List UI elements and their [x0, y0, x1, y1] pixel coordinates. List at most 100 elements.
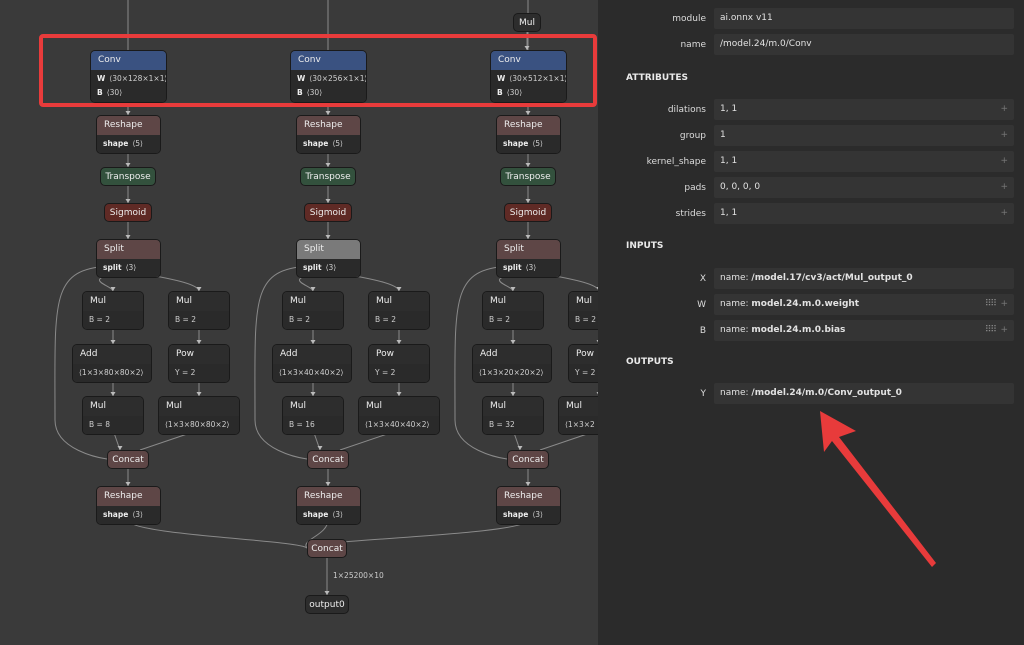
col1-pow-attrs: Y = 2	[169, 364, 229, 382]
node-final-concat[interactable]: Concat	[307, 539, 347, 558]
col2-mul-a[interactable]: Mul B = 2	[282, 291, 344, 330]
col3-add-attrs: ⟨1×3×20×20×2⟩	[473, 364, 551, 382]
col3-mul-d[interactable]: Mul ⟨1×3×2	[558, 396, 598, 435]
col2-add-attr-value: ⟨1×3×40×40×2⟩	[279, 368, 344, 377]
tensor-grid-icon[interactable]: ⠿⠿	[985, 320, 997, 341]
col2-concat[interactable]: Concat	[307, 450, 349, 469]
col3-mul-d-attrs: ⟨1×3×2	[559, 416, 598, 434]
col1-sigmoid[interactable]: Sigmoid	[104, 203, 152, 222]
col2-mul-d[interactable]: Mul ⟨1×3×40×40×2⟩	[358, 396, 440, 435]
attr-value-pads[interactable]: 0, 0, 0, 0 +	[714, 177, 1014, 198]
col3-add[interactable]: Add ⟨1×3×20×20×2⟩	[472, 344, 552, 383]
attr-value-kernel_shape[interactable]: 1, 1 +	[714, 151, 1014, 172]
col1-add[interactable]: Add ⟨1×3×80×80×2⟩	[72, 344, 152, 383]
col2-pow-title: Pow	[369, 345, 429, 364]
expand-plus-icon[interactable]: +	[1000, 320, 1008, 341]
col1-mul-c[interactable]: Mul B = 8	[82, 396, 144, 435]
col1-reshape[interactable]: Reshape shape ⟨5⟩	[96, 115, 161, 154]
col1-reshape2[interactable]: Reshape shape ⟨3⟩	[96, 486, 161, 525]
col2-split[interactable]: Split split ⟨3⟩	[296, 239, 361, 278]
col3-reshape[interactable]: Reshape shape ⟨5⟩	[496, 115, 561, 154]
node-mul-top[interactable]: Mul	[513, 13, 541, 32]
expand-plus-icon[interactable]: +	[1000, 151, 1008, 172]
col3-concat[interactable]: Concat	[507, 450, 549, 469]
col3-reshape2[interactable]: Reshape shape ⟨3⟩	[496, 486, 561, 525]
node-output0-label: output0	[309, 600, 345, 610]
col2-reshape[interactable]: Reshape shape ⟨5⟩	[296, 115, 361, 154]
col1-mul-d[interactable]: Mul ⟨1×3×80×80×2⟩	[158, 396, 240, 435]
col3-pow[interactable]: Pow Y = 2	[568, 344, 598, 383]
col2-transpose[interactable]: Transpose	[300, 167, 356, 186]
col3-mul-c-attr-value: B = 32	[489, 420, 515, 429]
col1-mul-b[interactable]: Mul B = 2	[168, 291, 230, 330]
attr-label-dilations: dilations	[667, 105, 706, 115]
col2-pow[interactable]: Pow Y = 2	[368, 344, 430, 383]
inputs-name-prefix: name:	[720, 273, 752, 283]
col3-add-title: Add	[473, 345, 551, 364]
col1-pow[interactable]: Pow Y = 2	[168, 344, 230, 383]
expand-plus-icon[interactable]: +	[1000, 294, 1008, 315]
col2-mul-c[interactable]: Mul B = 16	[282, 396, 344, 435]
expand-plus-icon[interactable]: +	[1000, 203, 1008, 224]
col1-mul-a-title: Mul	[83, 292, 143, 311]
node-output0[interactable]: output0	[305, 595, 349, 614]
col2-mul-d-attr-value: ⟨1×3×40×40×2⟩	[365, 420, 430, 429]
inputs-value-B[interactable]: name: model.24.m.0.bias ⠿⠿ +	[714, 320, 1014, 341]
col2-mul-a-attr-row: B = 2	[289, 313, 337, 327]
col3-mul-c-attr-row: B = 32	[489, 418, 537, 432]
graph-canvas[interactable]: Mul Conv W ⟨30×128×1×1⟩ B ⟨30⟩ Reshape shape ⟨5…	[0, 0, 598, 645]
outputs-name-value: /model.24/m.0/Conv_output_0	[751, 388, 902, 398]
attributes-heading: ATTRIBUTES	[626, 73, 688, 83]
col2-reshape2[interactable]: Reshape shape ⟨3⟩	[296, 486, 361, 525]
col3-mul-a-attrs: B = 2	[483, 311, 543, 329]
col1-add-title: Add	[73, 345, 151, 364]
col3-transpose[interactable]: Transpose	[500, 167, 556, 186]
col1-pow-title: Pow	[169, 345, 229, 364]
col2-add[interactable]: Add ⟨1×3×40×40×2⟩	[272, 344, 352, 383]
col2-sigmoid[interactable]: Sigmoid	[304, 203, 352, 222]
col1-transpose[interactable]: Transpose	[100, 167, 156, 186]
outputs-value-Y[interactable]: name: /model.24/m.0/Conv_output_0	[714, 383, 1014, 404]
col1-mul-b-attr-row: B = 2	[175, 313, 223, 327]
col3-mul-b-attr-row: B = 2	[575, 313, 598, 327]
expand-plus-icon[interactable]: +	[1000, 177, 1008, 198]
inputs-value-X[interactable]: name: /model.17/cv3/act/Mul_output_0	[714, 268, 1014, 289]
col3-concat-label: Concat	[512, 455, 544, 465]
col3-mul-d-attr-value: ⟨1×3×2	[565, 420, 595, 429]
col1-mul-a-attr-row: B = 2	[89, 313, 137, 327]
expand-plus-icon[interactable]: +	[1000, 125, 1008, 146]
col1-concat[interactable]: Concat	[107, 450, 149, 469]
inputs-value-W[interactable]: name: model.24.m.0.weight ⠿⠿ +	[714, 294, 1014, 315]
col2-concat-label: Concat	[312, 455, 344, 465]
inputs-name-value: model.24.m.0.weight	[751, 299, 860, 309]
col1-split[interactable]: Split split ⟨3⟩	[96, 239, 161, 278]
col3-mul-a[interactable]: Mul B = 2	[482, 291, 544, 330]
attr-value-dilations[interactable]: 1, 1 +	[714, 99, 1014, 120]
attr-value-strides[interactable]: 1, 1 +	[714, 203, 1014, 224]
col3-reshape2-attr-key: shape	[503, 510, 529, 519]
inputs-name-value: /model.17/cv3/act/Mul_output_0	[751, 273, 913, 283]
col3-mul-c[interactable]: Mul B = 32	[482, 396, 544, 435]
tensor-grid-icon[interactable]: ⠿⠿	[985, 294, 997, 315]
col3-sigmoid[interactable]: Sigmoid	[504, 203, 552, 222]
col1-reshape-attr-row: shape ⟨5⟩	[103, 137, 154, 151]
outputs-heading: OUTPUTS	[626, 357, 674, 367]
inputs-name-prefix: name:	[720, 299, 752, 309]
expand-plus-icon[interactable]: +	[1000, 99, 1008, 120]
col3-split-attr-row: split ⟨3⟩	[503, 261, 554, 275]
col3-pow-attr-value: Y = 2	[575, 368, 596, 377]
col3-reshape-title: Reshape	[497, 116, 560, 135]
node-final-concat-label: Concat	[311, 544, 343, 554]
col2-reshape2-attr-key: shape	[303, 510, 329, 519]
col1-reshape2-attr-key: shape	[103, 510, 129, 519]
col2-mul-a-title: Mul	[283, 292, 343, 311]
col3-split[interactable]: Split split ⟨3⟩	[496, 239, 561, 278]
col1-mul-a[interactable]: Mul B = 2	[82, 291, 144, 330]
col3-mul-b[interactable]: Mul B = 2	[568, 291, 598, 330]
col1-add-attr-row: ⟨1×3×80×80×2⟩	[79, 366, 145, 380]
col2-mul-b[interactable]: Mul B = 2	[368, 291, 430, 330]
col2-mul-d-attr-row: ⟨1×3×40×40×2⟩	[365, 418, 433, 432]
name-label: name	[680, 40, 706, 50]
attr-value-group[interactable]: 1 +	[714, 125, 1014, 146]
col3-reshape2-attrs: shape ⟨3⟩	[497, 506, 560, 524]
